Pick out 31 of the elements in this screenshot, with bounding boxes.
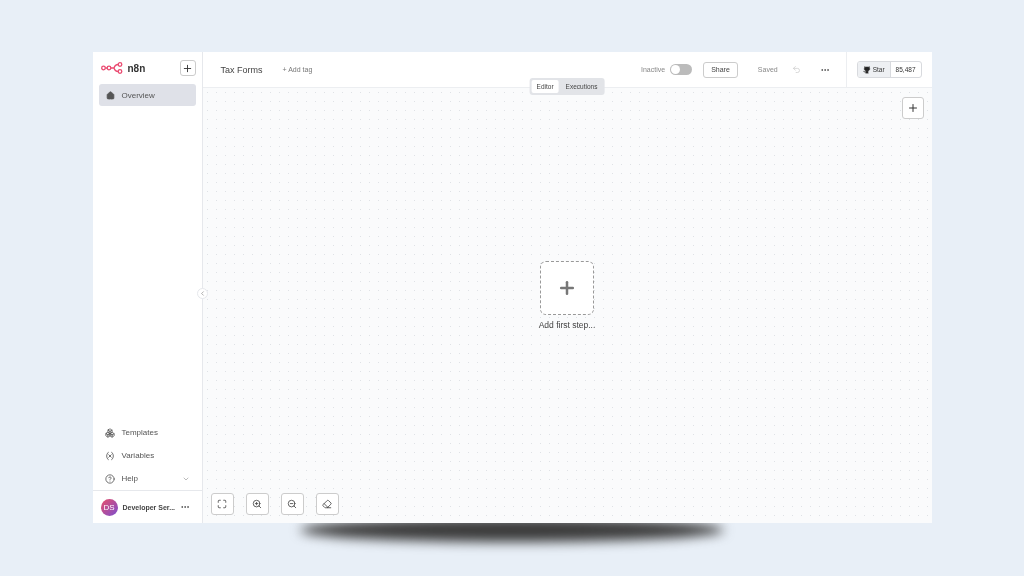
plus-icon [557,278,577,298]
boxes-icon [104,427,115,438]
zoom-out-icon [287,499,297,509]
zoom-out-button[interactable] [280,493,304,515]
help-icon [104,473,115,484]
nav-item[interactable]: Help [121,474,138,483]
workflow-name[interactable]: Tax Forms [220,64,263,75]
add-node-button[interactable] [901,97,924,119]
nav-item[interactable]: Overview [98,84,196,106]
zoom-in-button[interactable] [245,493,269,515]
brand-name: n8n [127,62,146,74]
home-icon [105,90,115,100]
github-icon [862,65,871,74]
add-button[interactable] [179,60,196,76]
active-toggle[interactable] [670,64,693,75]
fit-view-button[interactable] [210,493,234,515]
plus-icon [906,102,919,114]
eraser-icon [322,499,332,509]
logo-icon [100,62,123,74]
nav-item[interactable]: Templates [121,428,158,437]
nav-label: Overview [121,90,155,100]
zoom-in-icon [252,499,262,509]
chevron-left-icon [198,290,206,297]
add-first-step-label: Add first step... [538,320,596,330]
user-avatar: DS [100,498,118,516]
variable-icon [104,450,115,461]
fit-view-icon [217,499,227,509]
nav-item[interactable]: Variables [121,451,155,460]
add-first-step-button[interactable] [540,261,594,315]
eraser-button[interactable] [315,493,339,515]
plus-icon [182,62,193,74]
